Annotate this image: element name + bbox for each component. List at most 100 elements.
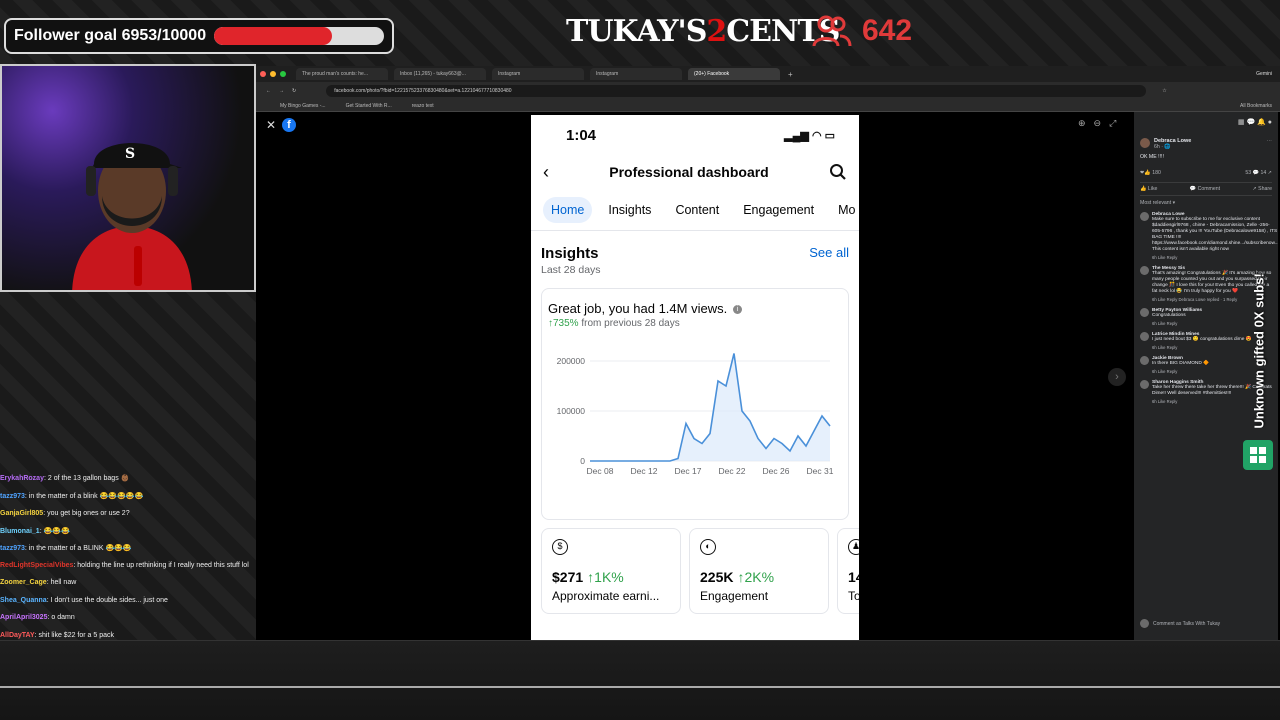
stat-value: $271 ↑1K% [552,569,624,585]
tab-content[interactable]: Content [667,197,727,223]
more-options-icon[interactable]: ⋯ [1267,138,1272,150]
reaction-count[interactable]: ❤👍 180 [1140,170,1161,176]
tab-insights[interactable]: Insights [600,197,659,223]
post-text: OK ME !!!! [1140,154,1164,160]
chat-username[interactable]: ErykahRozay [0,475,44,482]
see-all-link[interactable]: See all [809,245,849,262]
forward-icon[interactable]: → [279,88,284,94]
like-button[interactable]: 👍 Like [1140,186,1157,192]
browser-window: The proud man's counts: he... Inbox (11,… [256,66,1280,640]
svg-text:S: S [125,146,135,162]
info-icon[interactable]: i [733,305,743,315]
chart-title: Great job, you had 1.4M views. i [542,289,848,316]
minimize-window-icon[interactable] [270,71,276,77]
chat-username[interactable]: Zoomer_Cage [0,579,47,586]
webcam-feed: S [0,64,256,292]
comment-button[interactable]: 💬 Comment [1190,186,1220,192]
avatar[interactable] [1140,138,1150,148]
maximize-window-icon[interactable] [280,71,286,77]
stat-value: 225K ↑2K% [700,569,775,585]
phone-status-bar: 1:04 ▂▄▆ ◠ ▭ [531,115,859,155]
all-bookmarks[interactable]: All Bookmarks [1240,103,1272,109]
follower-goal-text: Follower goal 6953/10000 [14,27,207,44]
phone-screenshot: 1:04 ▂▄▆ ◠ ▭ ‹ Professional dashboard Ho… [531,115,859,640]
phone-header: ‹ Professional dashboard [531,155,859,189]
chat-username[interactable]: Shea_Quanna [0,597,47,604]
browser-tab-active[interactable]: (20+) Facebook [688,68,780,80]
chat-username[interactable]: tazz973 [0,493,25,500]
avatar[interactable] [1140,332,1149,341]
viewer-count-widget: 642 [812,14,912,48]
stat-icon: ♟ [848,539,859,555]
next-photo-icon[interactable]: › [1108,368,1126,386]
back-icon[interactable]: ← [266,88,271,94]
y-tick-label: 100000 [557,406,586,416]
chat-message: tazz973: in the matter of a blink 😂😂😂😂😂 [0,492,144,500]
post-header: Debraca Lowe 6h · 🌐 ⋯ [1140,138,1272,150]
new-tab-icon[interactable]: + [788,70,793,79]
tab-engagement[interactable]: Engagement [735,197,822,223]
chat-username[interactable]: RedLightSpecialVibes [0,562,73,569]
x-tick-label: Dec 17 [675,466,702,476]
stat-value: 14 [848,569,859,585]
bookmark-item[interactable]: Get Started With R... [346,103,392,109]
chat-message: tazz973: in the matter of a BLINK 😂😂😂 [0,545,132,553]
sort-dropdown[interactable]: Most relevant ▾ [1140,200,1272,206]
chat-text: in the matter of a blink 😂😂😂😂😂 [28,492,144,500]
chat-message: AprilApril3025: o damn [0,614,75,622]
stream-stage: Follower goal 6953/10000 TUKAY'S2CENTS 6… [0,0,1280,720]
gemini-label[interactable]: Gemini [1256,71,1272,77]
bookmark-item[interactable]: My Bingo Games -... [280,103,326,109]
stat-icon: $ [552,539,568,555]
chat-username[interactable]: AprilApril3025 [0,614,47,621]
back-chevron-icon[interactable]: ‹ [543,162,549,183]
avatar[interactable] [1140,266,1149,275]
chat-text: shit like $22 for a 5 pack [38,631,115,639]
avatar[interactable] [1140,212,1149,221]
stream-chat: ErykahRozay: 2 of the 13 gallon bags 👶🏾 t… [0,470,270,660]
comment-share-count[interactable]: 53 💬 14 ↗ [1245,170,1272,176]
chat-username[interactable]: Blumonai_1 [0,528,40,535]
close-icon[interactable]: ✕ [266,118,276,132]
avatar[interactable] [1140,380,1149,389]
x-tick-label: Dec 31 [807,466,834,476]
browser-tab[interactable]: The proud man's counts: he... [296,68,388,80]
browser-tab[interactable]: Instagram [590,68,682,80]
share-button[interactable]: ↗ Share [1252,186,1272,192]
stat-card[interactable]: $ $271 ↑1K% Approximate earni... [541,528,681,614]
chat-username[interactable]: tazz973 [0,545,25,552]
url-field[interactable]: facebook.com/photo/?fbid=122157523376830… [326,85,1147,97]
browser-tab[interactable]: Instagram [492,68,584,80]
chat-message: Shea_Quanna: I don't use the double side… [0,596,168,604]
stat-card[interactable]: ♟ 14 To [837,528,859,614]
facebook-logo-icon[interactable]: f [282,118,296,132]
viewer-count: 642 [862,14,913,47]
reload-icon[interactable]: ↻ [292,88,296,94]
tab-more[interactable]: Mo [830,197,859,223]
streamer-image: S [72,143,192,290]
views-chart-card: Great job, you had 1.4M views. i ↑735% fr… [541,288,849,520]
tab-bar: The proud man's counts: he... Inbox (11,… [256,66,1280,82]
chat-text: holding the line up rethinking if I real… [77,561,249,569]
star-icon[interactable]: ☆ [1162,88,1166,94]
zoom-controls-icon[interactable]: ⊕⊖⤢ [1078,118,1124,129]
stat-label: To [848,589,859,603]
signal-wifi-battery-icon: ▂▄▆ ◠ ▭ [784,129,835,142]
bookmark-item[interactable]: reazo text [412,103,434,109]
stat-card[interactable]: ◐ 225K ↑2K% Engagement [689,528,829,614]
views-chart: 0 100000 200000 Dec 08 Dec 12 Dec 17 Dec 22 Dec… [557,353,834,476]
dashboard-tabs: Home Insights Content Engagement Mo [531,189,859,231]
page-title: Professional dashboard [609,164,769,180]
avatar[interactable] [1140,308,1149,317]
fb-toolbar-icons[interactable]: ▦ 💬 🔔 ● [1140,118,1272,132]
browser-tab[interactable]: Inbox (11,265) - tukay663@... [394,68,486,80]
chat-message: Blumonai_1: 😂😂😂 [0,527,70,535]
avatar[interactable] [1140,356,1149,365]
chat-username[interactable]: AllDayTAY [0,632,35,639]
chat-username[interactable]: GanjaGirl805 [0,510,43,517]
tab-home[interactable]: Home [543,196,593,223]
comment-input[interactable]: Comment as Talks With Tukay [1153,621,1220,627]
y-tick-label: 200000 [557,356,586,366]
search-icon[interactable] [829,163,847,181]
close-window-icon[interactable] [260,71,266,77]
